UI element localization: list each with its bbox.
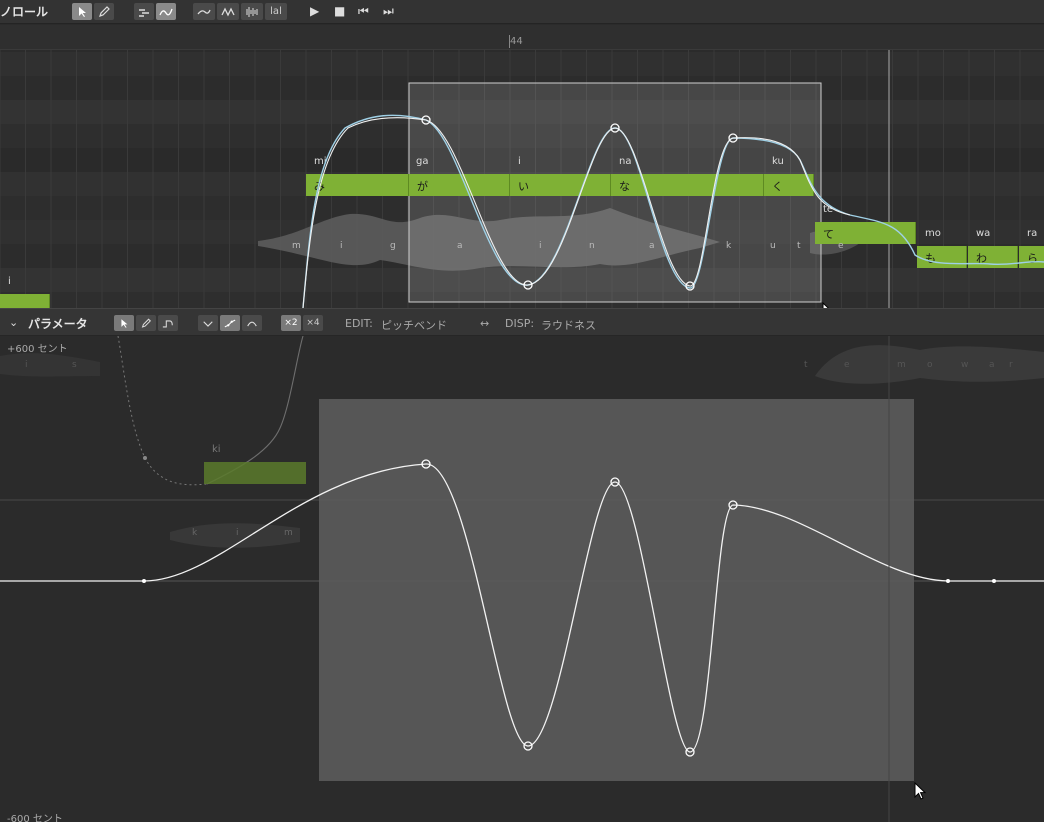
zoom-x2-label: ×2 — [284, 318, 298, 328]
edit-label: EDIT: — [345, 317, 373, 330]
vibrato-icon[interactable] — [217, 3, 239, 20]
zoom-x4-button[interactable]: ×4 — [303, 315, 323, 331]
pitch-bend-point — [142, 579, 146, 583]
pitch-view-icon[interactable] — [156, 3, 176, 20]
timeline-ruler[interactable]: 44 — [0, 25, 1044, 50]
play-icon[interactable]: ▶ — [310, 4, 319, 18]
note-view-icon[interactable] — [134, 3, 154, 20]
pitch-bend-point — [946, 579, 950, 583]
display-parameter-select[interactable]: ラウドネス — [541, 317, 596, 333]
parameter-panel-title: パラメータ — [28, 317, 88, 331]
ghost-top-letter: a — [989, 360, 995, 370]
ghost-top-letter: o — [927, 360, 933, 370]
pencil-tool-icon[interactable] — [94, 3, 114, 20]
ghost-top-letter: w — [961, 360, 969, 370]
pitch-curve-icon[interactable] — [193, 3, 215, 20]
ghost-dotted-curve — [117, 336, 208, 486]
shape-arch-icon[interactable] — [242, 315, 262, 331]
ghost-top-letter: s — [72, 360, 77, 370]
collapse-chevron-icon[interactable]: ⌄ — [9, 316, 18, 329]
ghost-waveform-bottom — [170, 523, 300, 548]
parameter-editor[interactable]: ki k i m i s t e m o w a r +600 セント -600… — [0, 336, 1044, 822]
select-tool-icon[interactable] — [72, 3, 92, 20]
zoom-x4-label: ×4 — [306, 318, 320, 328]
ghost-top-letter: t — [804, 360, 808, 370]
pitch-bend-point — [992, 579, 996, 583]
pitch-curve-control — [302, 117, 851, 308]
disp-label: DISP: — [505, 317, 535, 330]
ghost-waveform-left — [0, 353, 100, 377]
param-pencil-icon[interactable] — [136, 315, 156, 331]
ghost-wave-letter: k — [192, 528, 198, 538]
param-select-icon[interactable] — [114, 315, 134, 331]
shape-ramp-icon[interactable] — [220, 315, 240, 331]
display-group: lal — [193, 3, 287, 20]
mouse-cursor-icon — [914, 782, 927, 800]
param-curve-tool-icon[interactable] — [158, 315, 178, 331]
lyrics-display-label: lal — [270, 6, 282, 17]
panel-title: ノロール — [0, 5, 49, 19]
parameter-selection-box — [319, 399, 914, 781]
pitch-curve-realized — [302, 114, 1044, 308]
ghost-top-letter: m — [897, 360, 906, 370]
ghost-note — [204, 462, 306, 484]
view-group — [134, 3, 176, 20]
edit-parameter-select[interactable]: ピッチベンド — [381, 317, 447, 333]
measure-number: 44 — [510, 36, 523, 47]
parameter-panel-header: ⌄ パラメータ ×2 ×4 EDIT: ピッチベンド ↔ DISP: ラウドネス — [0, 308, 1044, 336]
piano-roll-toolbar: ノロール lal ▶ ■ ⏮ ⏭ — [0, 0, 1044, 24]
ghost-wave-letter: m — [284, 528, 293, 538]
min-cent-label: -600 セント — [7, 814, 63, 822]
ghost-point — [143, 456, 147, 460]
swap-arrow-icon[interactable]: ↔ — [480, 317, 489, 330]
shape-valley-icon[interactable] — [198, 315, 218, 331]
rewind-icon[interactable]: ⏮ — [358, 4, 369, 19]
ghost-top-letter: r — [1009, 360, 1013, 370]
parameter-canvas — [0, 336, 1044, 822]
ghost-wave-letter: i — [236, 528, 239, 538]
forward-icon[interactable]: ⏭ — [383, 4, 394, 19]
zoom-group: ×2 ×4 — [281, 315, 323, 331]
stop-icon[interactable]: ■ — [334, 4, 345, 18]
lyrics-display-button[interactable]: lal — [265, 3, 287, 20]
zoom-x2-button[interactable]: ×2 — [281, 315, 301, 331]
max-cent-label: +600 セント — [7, 344, 68, 355]
pitch-curve-layer[interactable] — [0, 50, 1044, 308]
piano-roll[interactable]: み が い な く て も わ ら mi ga i na ku te mo wa… — [0, 50, 1044, 308]
tool-group — [72, 3, 114, 20]
ghost-top-letter: i — [25, 360, 28, 370]
param-tool-group — [114, 315, 178, 331]
ghost-phoneme-label: ki — [212, 444, 221, 455]
param-shape-group — [198, 315, 262, 331]
measure-tick — [509, 35, 510, 48]
ghost-top-letter: e — [844, 360, 850, 370]
waveform-icon[interactable] — [241, 3, 263, 20]
